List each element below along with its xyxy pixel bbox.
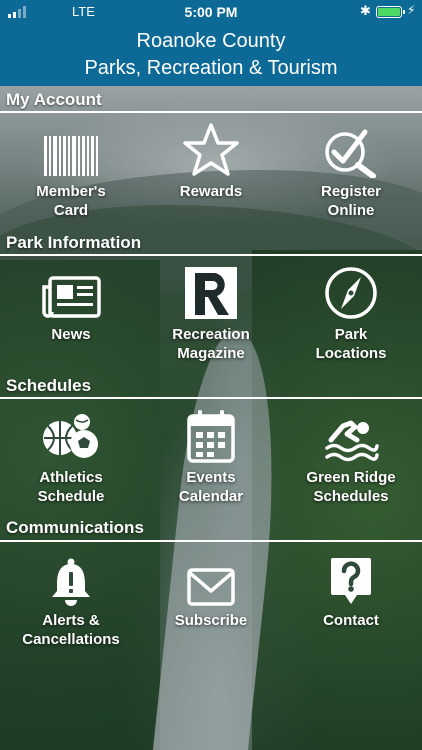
status-bar: LTE 5:00 PM ✱ ⚡: [0, 0, 422, 24]
star-icon: [141, 122, 281, 178]
battery-icon: [376, 6, 405, 18]
register-online-button[interactable]: Register Online: [281, 122, 421, 220]
contact-button[interactable]: Contact: [281, 551, 421, 630]
section-title-park-information: Park Information: [6, 233, 142, 252]
section-divider: [0, 111, 422, 113]
tile-label: Green Ridge Schedules: [306, 469, 396, 505]
app-title-line1: Roanoke County: [136, 30, 286, 52]
calendar-icon: [141, 408, 281, 464]
park-locations-button[interactable]: Park Locations: [281, 265, 421, 363]
sports-balls-icon: [1, 408, 141, 464]
checkmark-search-icon: [281, 122, 421, 178]
swimmer-icon: [281, 408, 421, 464]
tile-label: News: [51, 326, 91, 343]
section-title-communications: Communications: [6, 518, 144, 537]
athletics-schedule-button[interactable]: Athletics Schedule: [1, 408, 141, 506]
app-title-line2: Parks, Recreation & Tourism: [84, 57, 338, 79]
tile-label: Subscribe: [174, 612, 248, 629]
bell-icon: [1, 551, 141, 607]
subscribe-button[interactable]: Subscribe: [141, 551, 281, 630]
clock-time: 5:00 PM: [184, 4, 238, 20]
tile-label: Park Locations: [315, 326, 387, 362]
tile-label: Recreation Magazine: [172, 326, 250, 362]
newspaper-icon: [1, 265, 141, 321]
news-button[interactable]: News: [1, 265, 141, 344]
section-title-schedules: Schedules: [6, 376, 92, 395]
compass-icon: [281, 265, 421, 321]
r-logo-icon: [141, 265, 281, 321]
section-divider: [0, 254, 422, 256]
section-divider: [0, 540, 422, 542]
tile-label: Rewards: [179, 183, 243, 200]
bluetooth-icon: ✱: [360, 3, 371, 18]
section-title-my-account: My Account: [6, 90, 102, 109]
green-ridge-schedules-button[interactable]: Green Ridge Schedules: [281, 408, 421, 506]
alerts-cancellations-button[interactable]: Alerts & Cancellations: [1, 551, 141, 649]
question-bubble-icon: [281, 551, 421, 607]
tile-label: Alerts & Cancellations: [22, 612, 120, 648]
barcode-icon: [1, 122, 141, 178]
rewards-button[interactable]: Rewards: [141, 122, 281, 201]
tile-label: Contact: [323, 612, 379, 629]
members-card-button[interactable]: Member's Card: [1, 122, 141, 220]
tile-label: Events Calendar: [178, 469, 244, 505]
tile-label: Register Online: [320, 183, 382, 219]
section-divider: [0, 397, 422, 399]
app-header: Roanoke County Parks, Recreation & Touri…: [0, 24, 422, 86]
tile-label: Member's Card: [36, 183, 106, 219]
tile-label: Athletics Schedule: [37, 469, 105, 505]
events-calendar-button[interactable]: Events Calendar: [141, 408, 281, 506]
envelope-icon: [141, 551, 281, 607]
recreation-magazine-button[interactable]: Recreation Magazine: [141, 265, 281, 363]
charging-icon: ⚡: [407, 3, 416, 17]
